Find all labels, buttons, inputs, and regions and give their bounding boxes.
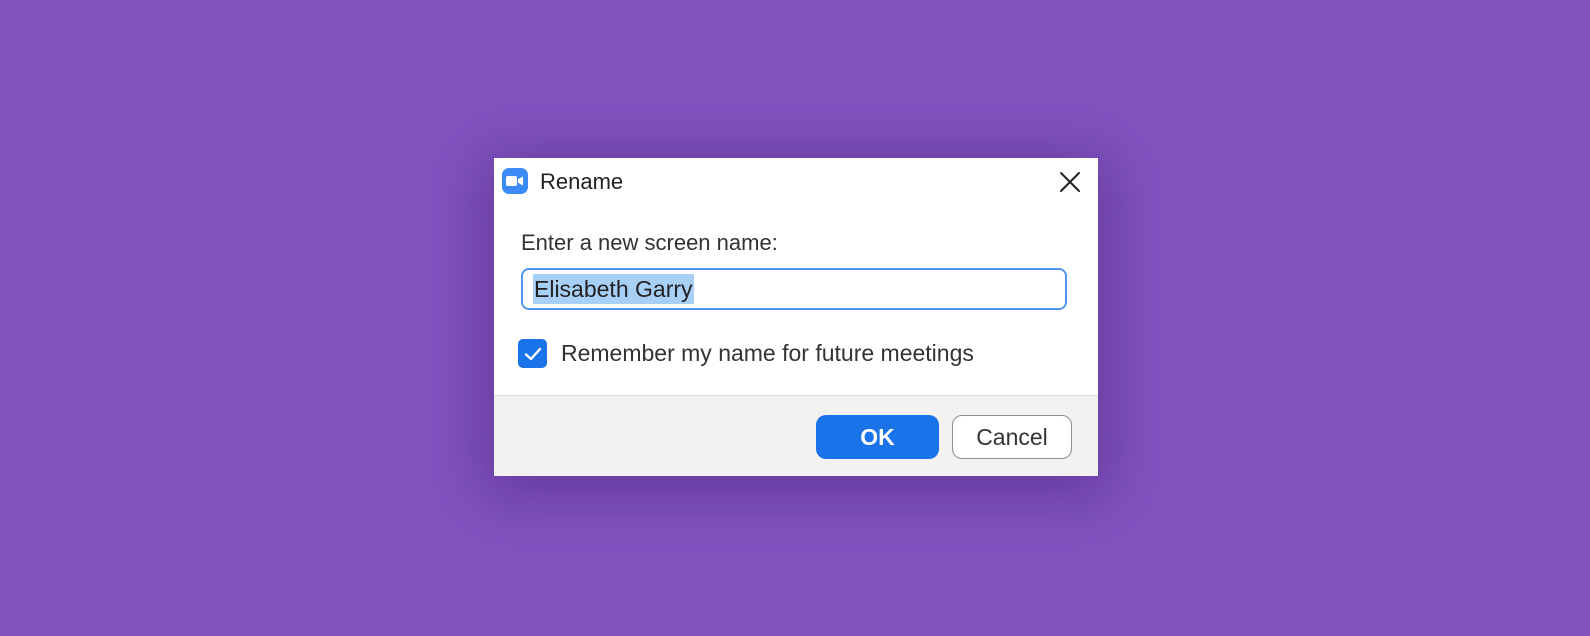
dialog-footer: OK Cancel	[494, 395, 1098, 476]
dialog-titlebar: Rename	[494, 158, 1098, 202]
rename-dialog: Rename Enter a new screen name: Elisabet…	[494, 158, 1098, 476]
screen-name-value[interactable]: Elisabeth Garry	[533, 274, 694, 304]
remember-name-checkbox[interactable]	[518, 339, 547, 368]
dialog-title: Rename	[540, 169, 624, 194]
cancel-button[interactable]: Cancel	[952, 415, 1072, 459]
close-icon	[1060, 172, 1080, 192]
zoom-video-camera-icon	[502, 168, 528, 194]
checkmark-icon	[524, 347, 541, 360]
close-button[interactable]	[1054, 166, 1086, 198]
remember-name-label[interactable]: Remember my name for future meetings	[561, 339, 974, 368]
ok-button[interactable]: OK	[816, 415, 939, 459]
screen-name-input[interactable]: Elisabeth Garry	[521, 268, 1067, 310]
screen-name-prompt: Enter a new screen name:	[521, 230, 778, 255]
